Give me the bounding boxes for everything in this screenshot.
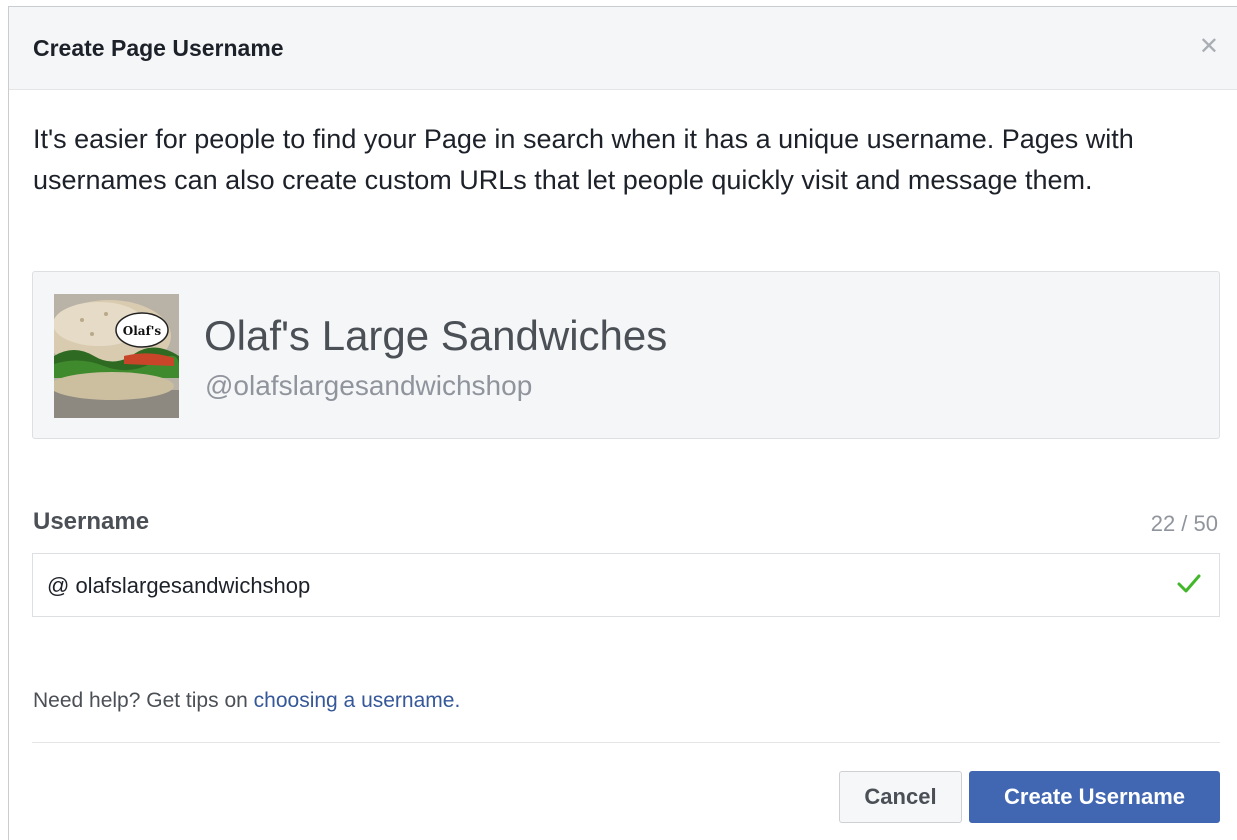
cancel-button[interactable]: Cancel [839, 771, 962, 823]
choosing-username-link[interactable]: choosing a username. [254, 689, 461, 712]
dialog-header: Create Page Username ✕ [9, 7, 1237, 90]
sandwich-image: Olaf's [54, 294, 179, 418]
character-counter: 22 / 50 [1150, 511, 1218, 536]
page-preview-card: Olaf's Olaf's Large Sandwiches @olafslar… [32, 271, 1220, 439]
footer-divider [32, 742, 1220, 743]
avatar-logo-text: Olaf's [123, 324, 162, 338]
help-prefix: Need help? Get tips on [33, 689, 254, 712]
create-username-dialog: Create Page Username ✕ It's easier for p… [8, 6, 1237, 840]
close-icon[interactable]: ✕ [1199, 35, 1219, 59]
page-avatar: Olaf's [54, 294, 179, 418]
username-label: Username [33, 508, 150, 535]
page-handle: @olafslargesandwichshop [205, 370, 533, 401]
page-name: Olaf's Large Sandwiches [204, 312, 668, 359]
dialog-title: Create Page Username [33, 35, 284, 61]
username-value[interactable]: @ olafslargesandwichshop [47, 573, 310, 599]
intro-text: It's easier for people to find your Page… [33, 124, 1134, 195]
help-text: Need help? Get tips on choosing a userna… [33, 689, 460, 713]
username-input[interactable]: @ olafslargesandwichshop [32, 553, 1220, 617]
create-username-button[interactable]: Create Username [969, 771, 1220, 823]
checkmark-icon [1177, 574, 1201, 593]
